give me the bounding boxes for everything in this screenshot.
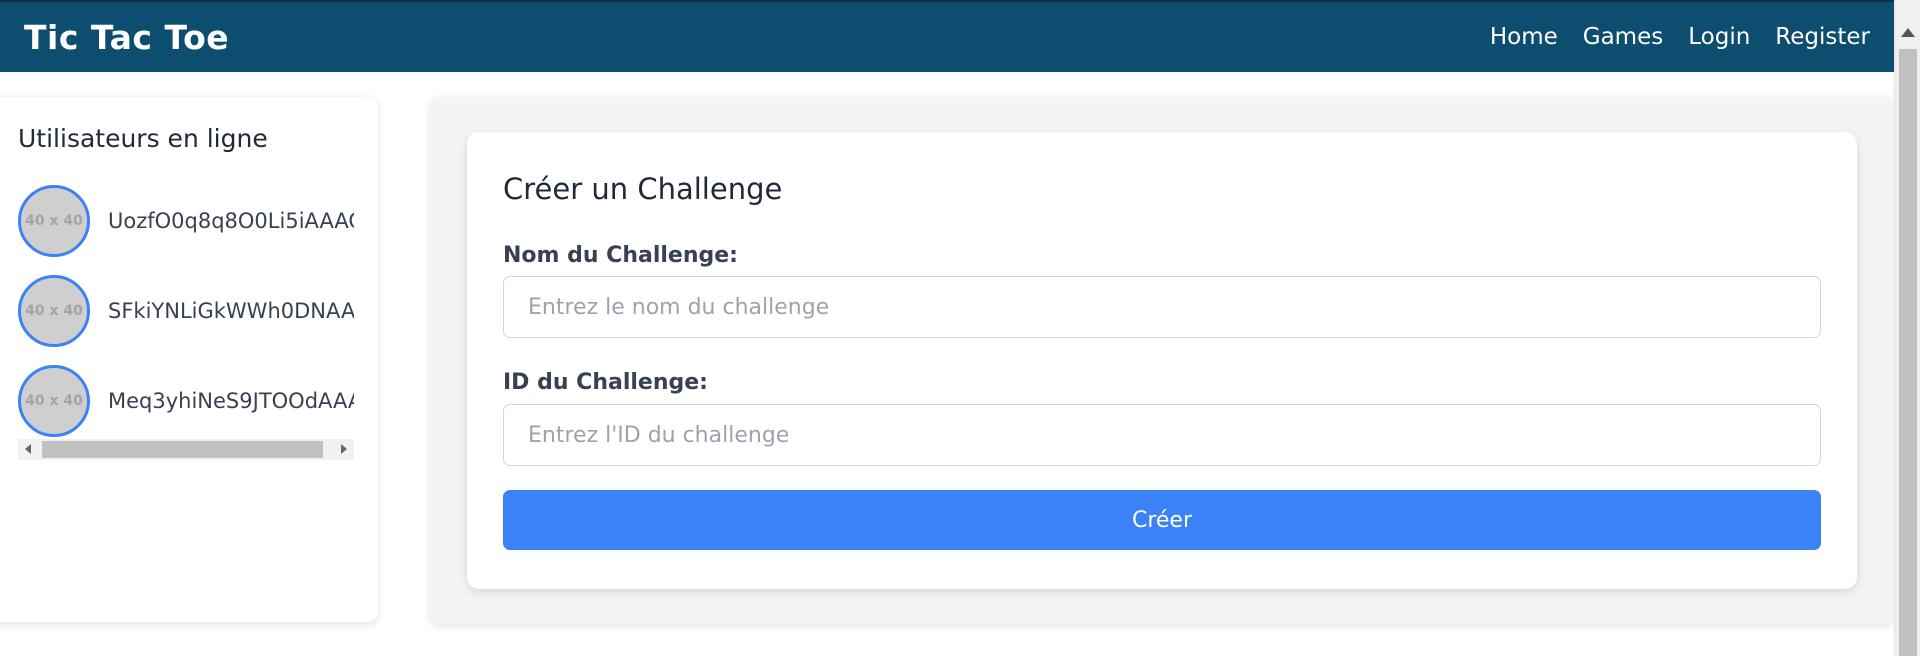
create-challenge-title: Créer un Challenge [503,172,783,206]
user-name: UozfO0q8q8O0Li5iAAAC [108,209,354,233]
page: Tic Tac Toe Home Games Login Register Ut… [0,0,1920,656]
main-panel: Créer un Challenge Nom du Challenge: ID … [430,97,1894,624]
nav-link-register[interactable]: Register [1775,24,1870,50]
scroll-up-arrow-icon[interactable] [1901,28,1915,37]
avatar: 40 x 40 [18,275,90,347]
challenge-name-input[interactable] [503,276,1821,338]
navbar: Tic Tac Toe Home Games Login Register [0,0,1894,72]
scroll-left-arrow-icon[interactable] [25,444,31,454]
online-users-title: Utilisateurs en ligne [18,124,268,153]
scrollbar-thumb[interactable] [42,441,323,458]
user-name: SFkiYNLiGkWWh0DNAAAC [108,299,354,323]
user-list-item[interactable]: 40 x 40 Meq3yhiNeS9JTOOdAAAI [18,365,354,437]
user-list-horizontal-scrollbar[interactable] [18,439,354,460]
brand-title[interactable]: Tic Tac Toe [24,18,229,57]
scroll-right-arrow-icon[interactable] [341,444,347,454]
challenge-name-label: Nom du Challenge: [503,243,738,268]
page-vertical-scrollbar[interactable] [1894,0,1920,656]
challenge-id-label: ID du Challenge: [503,370,708,395]
avatar: 40 x 40 [18,365,90,437]
online-users-panel: Utilisateurs en ligne 40 x 40 UozfO0q8q8… [0,97,378,622]
user-list[interactable]: 40 x 40 UozfO0q8q8O0Li5iAAAC 40 x 40 SFk… [18,185,354,525]
challenge-id-input[interactable] [503,404,1821,466]
nav-link-games[interactable]: Games [1583,24,1663,50]
create-challenge-card: Créer un Challenge Nom du Challenge: ID … [467,132,1857,589]
avatar: 40 x 40 [18,185,90,257]
nav-link-login[interactable]: Login [1688,24,1750,50]
nav-link-home[interactable]: Home [1490,24,1558,50]
user-name: Meq3yhiNeS9JTOOdAAAI [108,389,354,413]
scrollbar-thumb[interactable] [1899,49,1917,656]
create-challenge-button[interactable]: Créer [503,490,1821,550]
user-list-item[interactable]: 40 x 40 SFkiYNLiGkWWh0DNAAAC [18,275,354,347]
nav-links: Home Games Login Register [1490,24,1870,50]
user-list-item[interactable]: 40 x 40 UozfO0q8q8O0Li5iAAAC [18,185,354,257]
